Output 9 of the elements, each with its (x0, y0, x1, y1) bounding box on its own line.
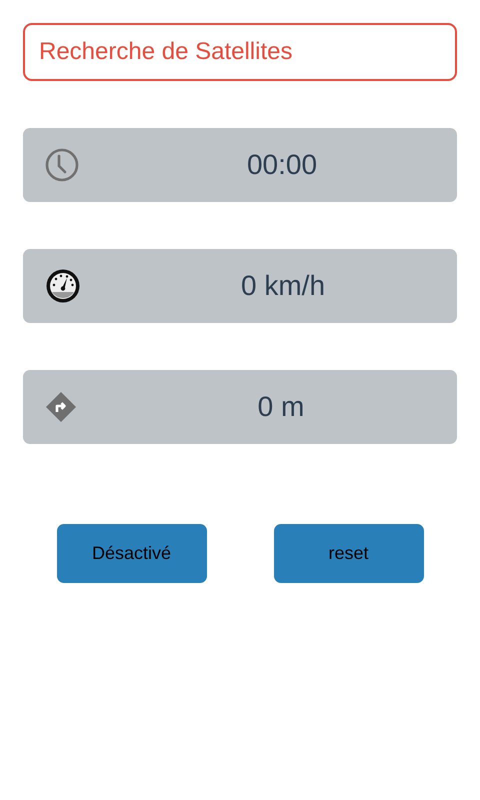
gps-status-text: Recherche de Satellites (23, 23, 457, 81)
action-button[interactable]: reset (274, 524, 424, 583)
reading-value: 00:00 (246, 149, 318, 181)
clock-icon (45, 148, 79, 182)
reading-value: 0 m (256, 391, 306, 423)
turn-right-sign-icon (45, 391, 77, 423)
speedometer-icon (45, 268, 81, 304)
action-button[interactable]: Désactivé (56, 524, 206, 583)
reading-value: 0 km/h (240, 270, 326, 302)
